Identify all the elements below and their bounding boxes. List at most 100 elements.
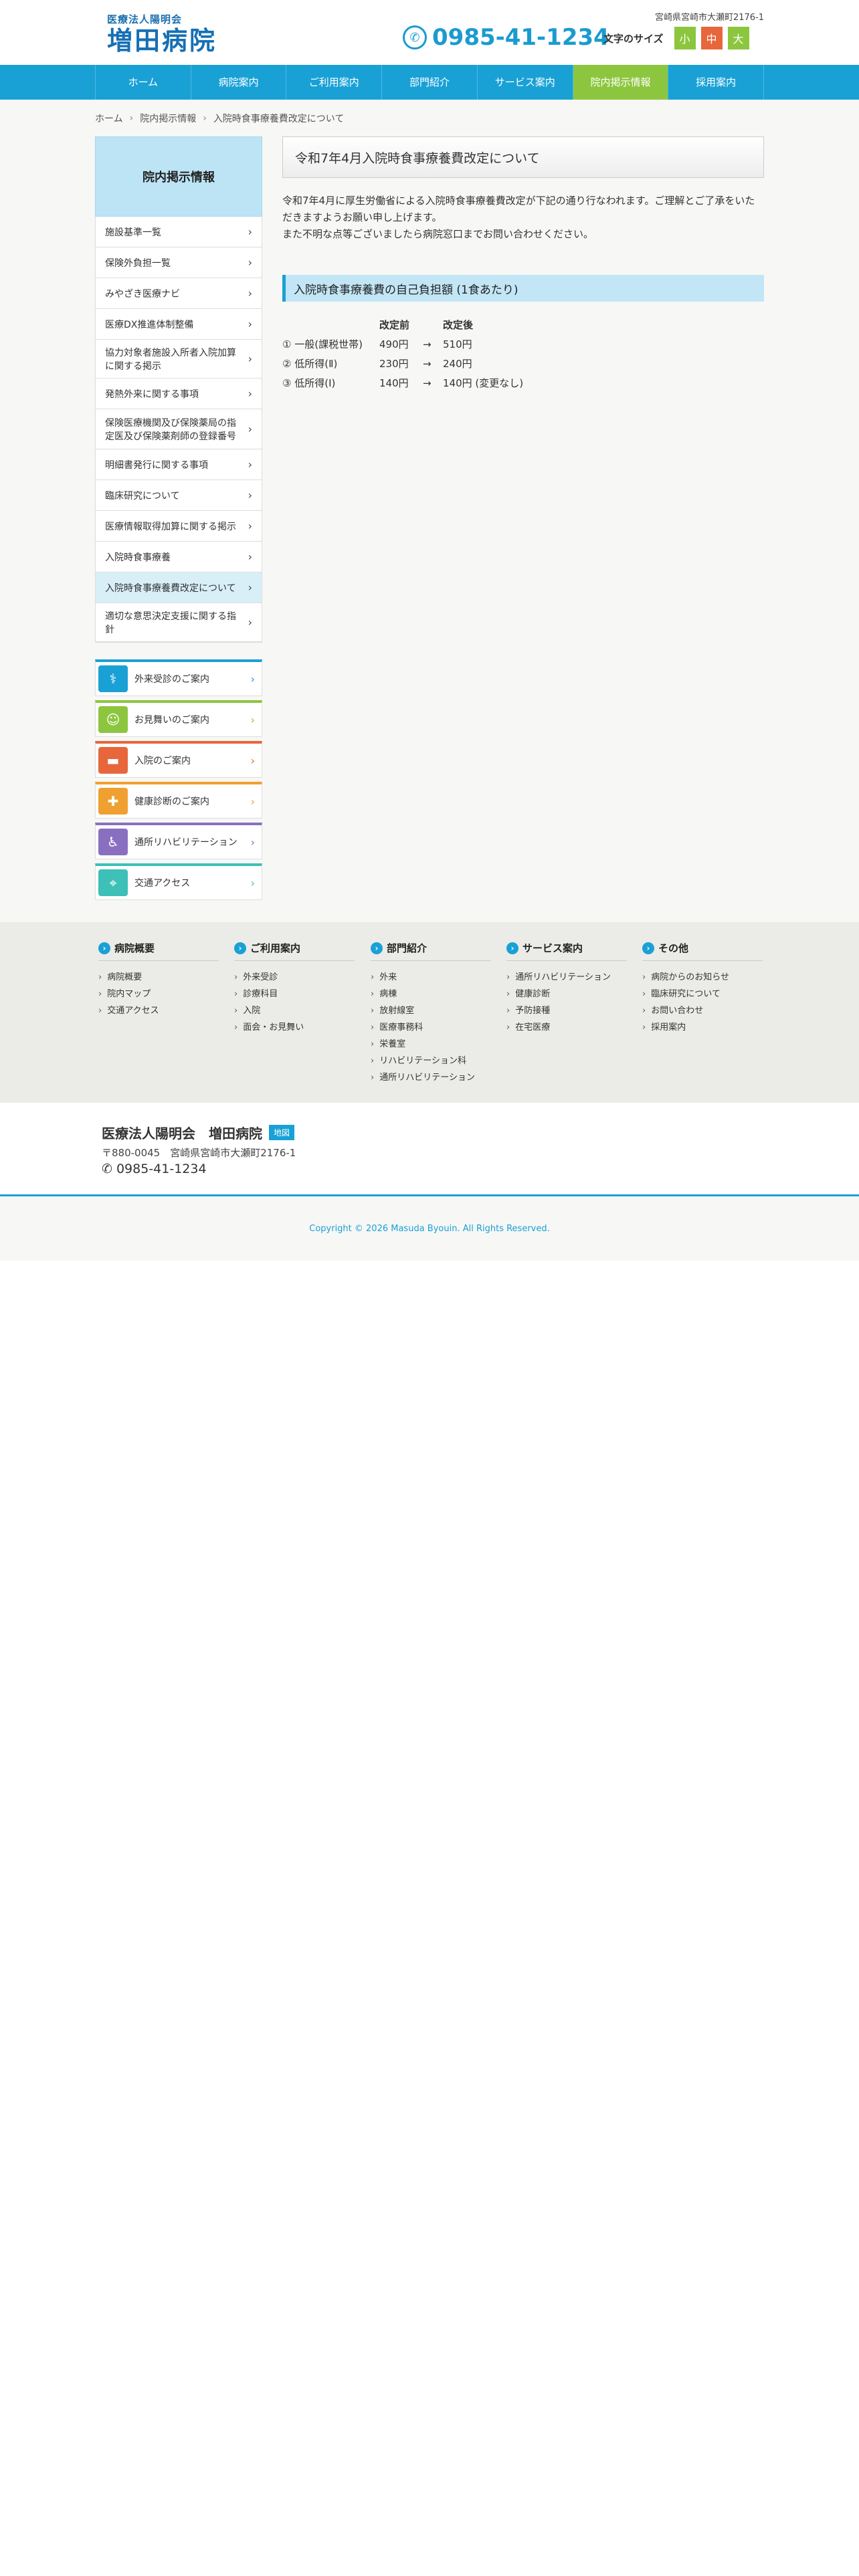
sidebar-item[interactable]: 医療情報取得加算に関する掲示 › [96,511,262,542]
footer-link[interactable]: 診療科目 [234,986,355,1002]
logo-sub: 医療法人陽明会 [107,13,183,25]
footer-col-title-label: 病院概要 [114,942,155,954]
breadcrumb-current: 入院時食事療養費改定について [213,114,345,124]
footer-link[interactable]: 病院概要 [98,969,219,986]
footer-link[interactable]: 医療事務科 [371,1019,491,1036]
footer-link[interactable]: 通所リハビリテーション [371,1069,491,1086]
footer-link[interactable]: お問い合わせ [642,1002,763,1019]
footer-link[interactable]: 交通アクセス [98,1002,219,1019]
chevron-right-icon: › [234,942,246,954]
nav-hospital[interactable]: 病院案内 [191,65,287,100]
nav-guide[interactable]: ご利用案内 [286,65,383,100]
sidebar-item[interactable]: 適切な意思決定支援に関する指針 › [96,603,262,642]
sidebar-item[interactable]: 保険医療機関及び保険薬局の指定医及び保険薬剤師の登録番号 › [96,409,262,449]
copyright: Copyright © 2026 Masuda Byouin. All Righ… [0,1196,859,1261]
footer-link[interactable]: 外来受診 [234,969,355,986]
sidebar-item[interactable]: 明細書発行に関する事項 › [96,449,262,480]
header-tel-number: 0985-41-1234 [432,24,609,51]
footer-link[interactable]: 臨床研究について [642,986,763,1002]
footer-col-title-label: ご利用案内 [250,942,301,954]
footer-link[interactable]: 病棟 [371,986,491,1002]
rehab-icon: ♿ [98,829,128,855]
nav-recruit[interactable]: 採用案内 [668,65,765,100]
footer-link[interactable]: 面会・お見舞い [234,1019,355,1036]
footer-tel[interactable]: ✆ 0985-41-1234 [102,1162,207,1176]
footer-link[interactable]: 在宅医療 [506,1019,627,1036]
nav-notices[interactable]: 院内掲示情報 [573,65,669,100]
sidebar-item[interactable]: 発熱外来に関する事項 › [96,379,262,409]
nav-services[interactable]: サービス案内 [478,65,573,100]
bed-icon: ▬ [98,747,128,774]
sidebar-item[interactable]: 臨床研究について › [96,480,262,511]
chevron-right-icon: › [642,942,654,954]
sidebar-item[interactable]: 医療DX推進体制整備 › [96,309,262,340]
footer-link[interactable]: 入院 [234,1002,355,1019]
breadcrumb-home[interactable]: ホーム [95,112,123,125]
footer-link[interactable]: リハビリテーション科 [371,1053,491,1069]
footer-col-title[interactable]: › 部門紹介 [371,941,491,961]
banner-rehab[interactable]: ♿ 通所リハビリテーション › [95,823,262,859]
footer-link[interactable]: 院内マップ [98,986,219,1002]
chevron-right-icon: › [248,520,252,532]
banner-label: お見舞いのご案内 [134,715,209,726]
row-after: 140円 (変更なし) [443,377,524,389]
header-before: 改定前 [379,319,410,331]
sidebar-item[interactable]: 施設基準一覧 › [96,217,262,247]
footer-col-title-label: 部門紹介 [387,942,427,954]
banner-access[interactable]: ⌖ 交通アクセス › [95,863,262,900]
chevron-right-icon: › [371,942,383,954]
footer-link[interactable]: 通所リハビリテーション [506,969,627,986]
sidebar-title: 院内掲示情報 [95,136,262,217]
footer-link[interactable]: 健康診断 [506,986,627,1002]
sidebar-item-active[interactable]: 入院時食事療養費改定について › [96,572,262,603]
banner-checkup[interactable]: ✚ 健康診断のご案内 › [95,782,262,819]
banner-label: 入院のご案内 [134,756,191,766]
sidebar-item[interactable]: 入院時食事療養 › [96,542,262,572]
banner-visit[interactable]: ☺ お見舞いのご案内 › [95,700,262,737]
banner-outpatient[interactable]: ⚕ 外来受診のご案内 › [95,659,262,696]
footer-link[interactable]: 採用案内 [642,1019,763,1036]
banner-label: 交通アクセス [134,878,191,889]
map-badge[interactable]: 地図 [269,1125,295,1140]
footer-col-title[interactable]: › サービス案内 [506,941,627,961]
intro-text: 令和7年4月に厚生労働省による入院時食事療養費改定が下記の通り行なわれます。ご理… [282,193,764,243]
breadcrumb-chevron-icon: › [203,113,207,124]
footer-hospital-name: 医療法人陽明会 増田病院 地図 [102,1123,295,1142]
footer-name-label: 医療法人陽明会 増田病院 [102,1125,262,1142]
chevron-right-icon: › [248,287,252,300]
sidebar-item[interactable]: 保険外負担一覧 › [96,247,262,278]
chevron-right-icon: › [248,489,252,502]
intro-line-2: また不明な点等ございましたら病院窓口までお問い合わせください。 [282,228,594,240]
sidebar-item-label: 施設基準一覧 [105,227,161,238]
footer-link[interactable]: 放射線室 [371,1002,491,1019]
sidebar-item[interactable]: みやざき医療ナビ › [96,278,262,309]
font-size-large-button[interactable]: 大 [727,27,749,49]
breadcrumb-notices[interactable]: 院内掲示情報 [140,112,196,125]
footer-link[interactable]: 栄養室 [371,1036,491,1053]
row-label: ① 一般(課税世帯) [282,338,363,350]
footer-link[interactable]: 外来 [371,969,491,986]
font-size-small-button[interactable]: 小 [674,27,696,49]
site-logo[interactable]: 医療法人陽明会 増田病院 [107,12,217,56]
header-tel[interactable]: ✆ 0985-41-1234 [403,24,609,51]
sidebar-item[interactable]: 協力対象者施設入所者入院加算に関する掲示 › [96,340,262,379]
footer-col-title[interactable]: › ご利用案内 [234,941,355,961]
footer-col-title-label: サービス案内 [522,942,583,954]
nav-home[interactable]: ホーム [95,65,191,100]
footer-link[interactable]: 予防接種 [506,1002,627,1019]
footer-col-title-label: その他 [658,942,689,954]
font-size-medium-button[interactable]: 中 [700,27,723,49]
intro-line-1: 令和7年4月に厚生労働省による入院時食事療養費改定が下記の通り行なわれます。ご理… [282,195,755,223]
footer-link[interactable]: 病院からのお知らせ [642,969,763,986]
font-size-switcher: 文字のサイズ 小 中 大 [603,27,749,49]
footer-col-departments: › 部門紹介 外来 病棟 放射線室 医療事務科 栄養室 リハビリテーション科 通所… [371,941,491,1086]
chevron-right-icon: › [250,672,255,685]
chevron-right-icon: › [248,225,252,238]
banner-admission[interactable]: ▬ 入院のご案内 › [95,741,262,778]
footer-address: 〒880-0045 宮崎県宮崎市大瀬町2176-1 [102,1147,296,1159]
footer-col-title[interactable]: › その他 [642,941,763,961]
nav-departments[interactable]: 部門紹介 [382,65,478,100]
footer-col-guide: › ご利用案内 外来受診 診療科目 入院 面会・お見舞い [234,941,355,1036]
footer-col-title[interactable]: › 病院概要 [98,941,219,961]
sidebar-item-label: 明細書発行に関する事項 [105,459,208,471]
